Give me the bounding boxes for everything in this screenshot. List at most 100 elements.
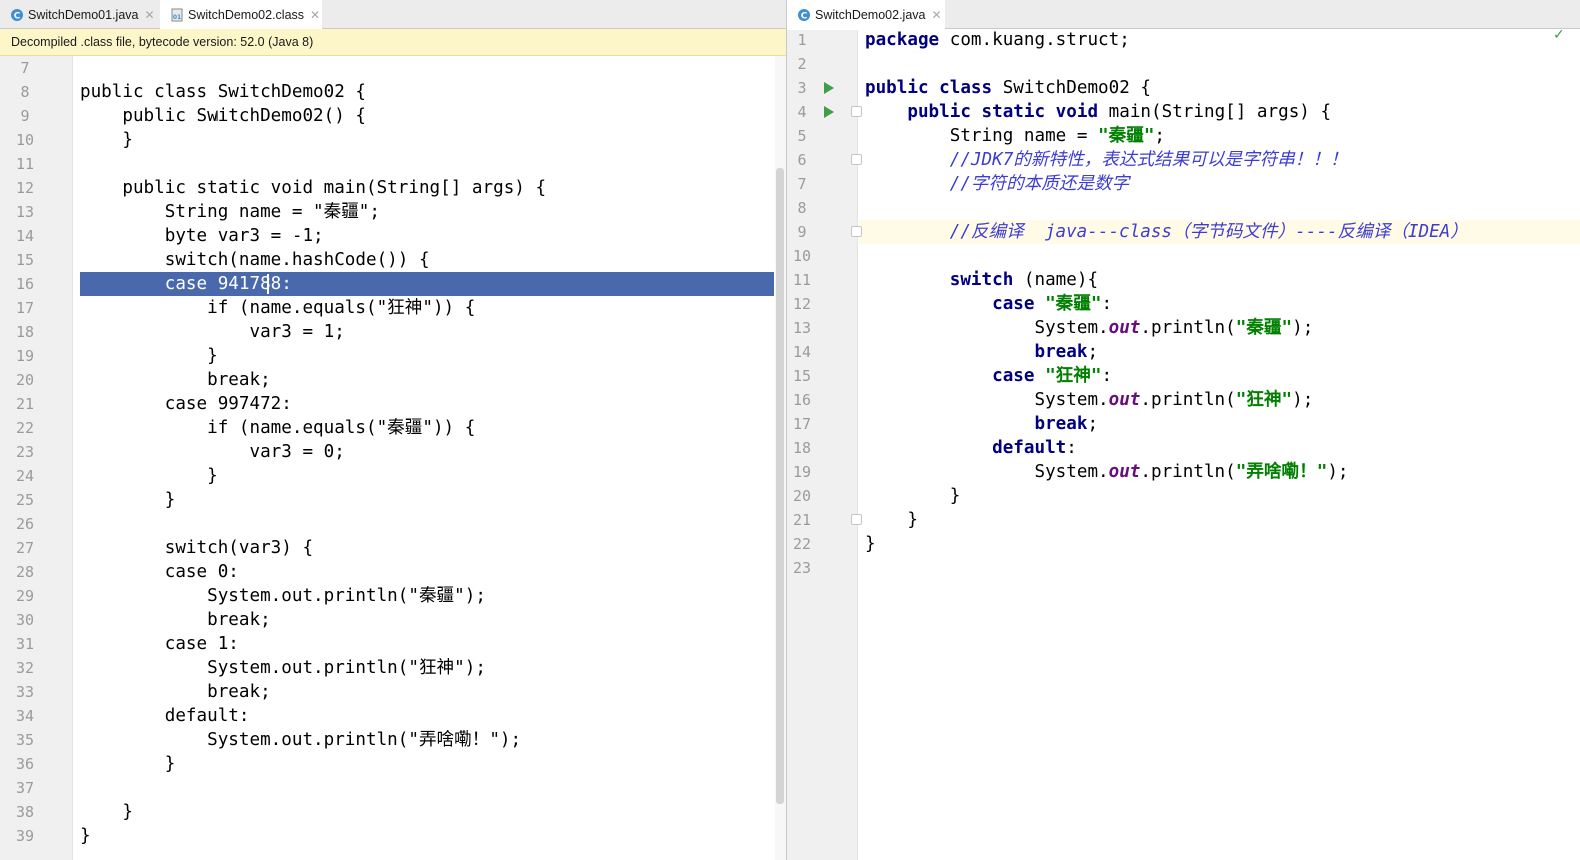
- keyword-token: case: [992, 366, 1035, 386]
- line-number: 16: [792, 391, 812, 409]
- code-text: }: [80, 130, 133, 150]
- code-line[interactable]: 8: [787, 196, 1580, 220]
- code-line[interactable]: 10: [787, 244, 1580, 268]
- close-icon[interactable]: ✕: [144, 8, 154, 22]
- code-text: }: [865, 484, 961, 508]
- code-line[interactable]: 33 break;: [0, 680, 775, 704]
- code-text: }: [80, 826, 91, 846]
- close-icon[interactable]: ✕: [931, 8, 941, 22]
- code-line[interactable]: 37: [0, 776, 775, 800]
- code-line[interactable]: 4 public static void main(String[] args)…: [787, 100, 1580, 124]
- tab-switchdemo01-java[interactable]: C SwitchDemo01.java ✕: [0, 0, 158, 29]
- code-line[interactable]: 22 if (name.equals("秦疆")) {: [0, 416, 775, 440]
- code-line[interactable]: 32 System.out.println("狂神");: [0, 656, 775, 680]
- code-line[interactable]: 17 break;: [787, 412, 1580, 436]
- code-line[interactable]: 11: [0, 152, 775, 176]
- code-line[interactable]: 23 var3 = 0;: [0, 440, 775, 464]
- code-line[interactable]: 3 public class SwitchDemo02 {: [787, 76, 1580, 100]
- code-line[interactable]: 9 //反编译 java---class（字节码文件）----反编译（IDEA）: [787, 220, 1580, 244]
- fold-marker-icon[interactable]: [851, 106, 862, 117]
- code-line[interactable]: 19 }: [0, 344, 775, 368]
- line-number: 24: [15, 467, 35, 485]
- tab-switchdemo02-class[interactable]: 01 SwitchDemo02.class ✕: [160, 0, 322, 30]
- line-number: 5: [797, 127, 807, 145]
- code-line[interactable]: 25 }: [0, 488, 775, 512]
- code-text: public static void main(String[] args) {: [865, 100, 1331, 124]
- code-line[interactable]: 31 case 1:: [0, 632, 775, 656]
- tab-switchdemo02-java[interactable]: C SwitchDemo02.java ✕: [787, 0, 945, 30]
- vertical-scrollbar-thumb[interactable]: [776, 168, 784, 804]
- fold-marker-icon[interactable]: [851, 154, 862, 165]
- code-line[interactable]: 20 }: [787, 484, 1580, 508]
- code-line[interactable]: 11 switch (name){: [787, 268, 1580, 292]
- code-line[interactable]: 2: [787, 52, 1580, 76]
- code-line[interactable]: 16 case 941788:: [0, 272, 775, 296]
- fold-marker-icon[interactable]: [851, 226, 862, 237]
- code-line[interactable]: 15 case "狂神":: [787, 364, 1580, 388]
- fold-marker-icon[interactable]: [851, 514, 862, 525]
- code-line[interactable]: 30 break;: [0, 608, 775, 632]
- code-line[interactable]: 18 default:: [787, 436, 1580, 460]
- code-line[interactable]: 21 case 997472:: [0, 392, 775, 416]
- code-text: System.out.println("秦疆");: [865, 316, 1313, 340]
- code-line[interactable]: 13 System.out.println("秦疆");: [787, 316, 1580, 340]
- code-token: System.: [865, 390, 1109, 410]
- svg-text:01: 01: [173, 14, 181, 21]
- code-line[interactable]: 12 case "秦疆":: [787, 292, 1580, 316]
- code-token: main(String[] args) {: [1098, 102, 1332, 122]
- code-line[interactable]: 10 }: [0, 128, 775, 152]
- code-line[interactable]: 14 break;: [787, 340, 1580, 364]
- code-line[interactable]: 36 }: [0, 752, 775, 776]
- code-line[interactable]: 29 System.out.println("秦疆");: [0, 584, 775, 608]
- line-number: 27: [15, 539, 35, 557]
- code-token: .println(: [1140, 318, 1236, 338]
- code-line[interactable]: 22}: [787, 532, 1580, 556]
- code-line[interactable]: 38 }: [0, 800, 775, 824]
- code-line[interactable]: 8 public class SwitchDemo02 {: [0, 80, 775, 104]
- code-line[interactable]: 15 switch(name.hashCode()) {: [0, 248, 775, 272]
- code-line[interactable]: 34 default:: [0, 704, 775, 728]
- code-line[interactable]: 12 public static void main(String[] args…: [0, 176, 775, 200]
- code-line[interactable]: 27 switch(var3) {: [0, 536, 775, 560]
- code-text: case 941788:: [80, 274, 292, 294]
- code-line[interactable]: 28 case 0:: [0, 560, 775, 584]
- code-token: System.: [865, 462, 1109, 482]
- code-line[interactable]: 35 System.out.println("弄啥嘞！");: [0, 728, 775, 752]
- code-line[interactable]: 23: [787, 556, 1580, 580]
- code-line[interactable]: 17 if (name.equals("狂神")) {: [0, 296, 775, 320]
- line-number: 39: [15, 827, 35, 845]
- code-line[interactable]: 14 byte var3 = -1;: [0, 224, 775, 248]
- string-token: "秦疆": [1098, 126, 1155, 146]
- code-line[interactable]: 13 String name = "秦疆";: [0, 200, 775, 224]
- no-problems-check-icon[interactable]: ✓: [1553, 27, 1565, 43]
- code-line[interactable]: 1 package com.kuang.struct;: [787, 28, 1580, 52]
- code-text: break;: [865, 412, 1098, 436]
- run-gutter-icon[interactable]: [824, 82, 834, 94]
- line-number: 12: [15, 179, 35, 197]
- code-line[interactable]: 7: [0, 56, 775, 80]
- run-gutter-icon[interactable]: [824, 106, 834, 118]
- code-line[interactable]: 5 String name = "秦疆";: [787, 124, 1580, 148]
- code-text: break;: [80, 682, 271, 702]
- svg-text:C: C: [14, 11, 21, 21]
- code-line[interactable]: 19 System.out.println("弄啥嘞！");: [787, 460, 1580, 484]
- code-line[interactable]: 9 public SwitchDemo02() {: [0, 104, 775, 128]
- code-line[interactable]: 18 var3 = 1;: [0, 320, 775, 344]
- code-line[interactable]: 6 //JDK7的新特性，表达式结果可以是字符串！！！: [787, 148, 1580, 172]
- code-line[interactable]: 7 //字符的本质还是数字: [787, 172, 1580, 196]
- code-line[interactable]: 39}: [0, 824, 775, 848]
- code-line[interactable]: 24 }: [0, 464, 775, 488]
- left-tab-bar: C SwitchDemo01.java ✕ 01 SwitchDemo02.cl…: [0, 0, 786, 30]
- code-line[interactable]: 16 System.out.println("狂神");: [787, 388, 1580, 412]
- line-number: 16: [15, 275, 35, 293]
- code-text: case "秦疆":: [865, 292, 1112, 316]
- code-line[interactable]: 26: [0, 512, 775, 536]
- code-line[interactable]: 21 }: [787, 508, 1580, 532]
- java-class-icon: C: [798, 9, 810, 22]
- close-icon[interactable]: ✕: [310, 8, 320, 22]
- code-line[interactable]: 20 break;: [0, 368, 775, 392]
- code-token: }: [865, 486, 961, 506]
